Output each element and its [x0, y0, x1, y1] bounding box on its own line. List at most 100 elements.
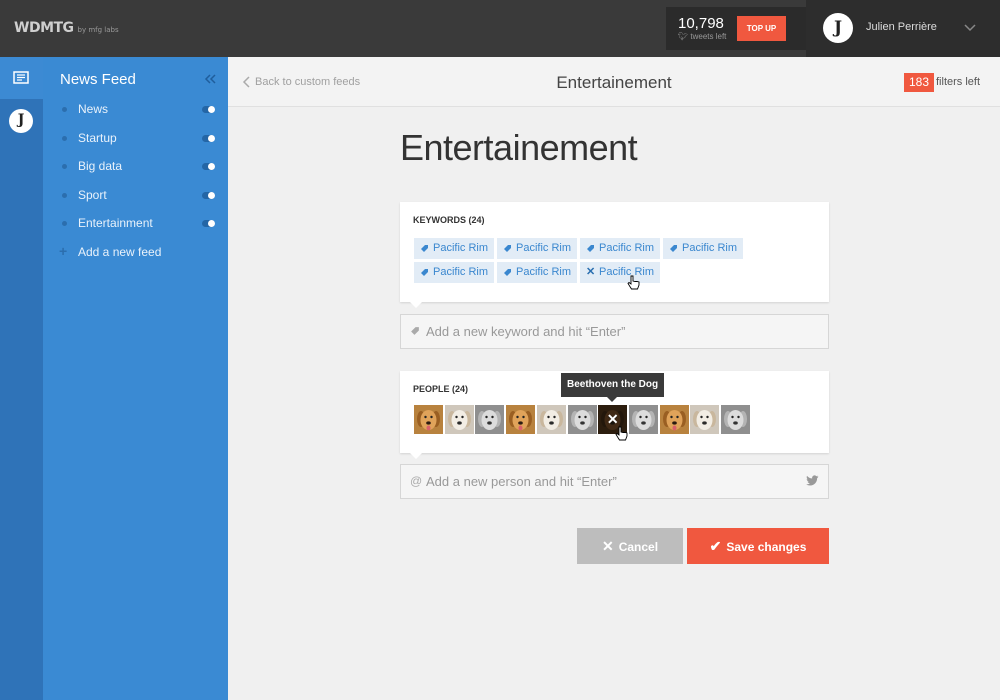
content-header: Back to custom feeds Entertainement 183 …: [228, 57, 1000, 107]
card-pointer: [410, 302, 422, 308]
keyword-tag-label: Pacific Rim: [433, 266, 489, 278]
person-input[interactable]: @ Add a new person and hit “Enter”: [400, 464, 829, 499]
sidebar-item-label: News: [78, 102, 109, 116]
bullet-icon: [62, 136, 67, 141]
feed-toggle[interactable]: [202, 220, 215, 227]
person-thumb[interactable]: [628, 405, 658, 434]
bullet-icon: [62, 193, 67, 198]
person-thumb[interactable]: [475, 405, 505, 434]
dog-avatar-icon: [444, 405, 474, 434]
close-icon: ✕: [601, 538, 614, 554]
card-pointer: [410, 453, 422, 459]
avatar: J: [823, 13, 853, 43]
tweets-label: 🐦︎ tweets left: [678, 32, 726, 41]
keyword-tag-label: Pacific Rim: [682, 242, 738, 254]
remove-icon[interactable]: ✕: [586, 267, 595, 278]
keywords-label: KEYWORDS (24): [413, 215, 485, 225]
dog-avatar-icon: [536, 405, 566, 434]
dog-avatar-icon: [567, 405, 597, 434]
dog-avatar-icon: [690, 405, 720, 434]
person-thumb[interactable]: [659, 405, 689, 434]
keywords-card: KEYWORDS (24) Pacific Rim Pacific Rim Pa…: [400, 202, 829, 308]
twitter-bird-icon: 🐦︎: [678, 32, 689, 41]
cancel-button[interactable]: ✕ Cancel: [577, 528, 683, 564]
cancel-label: Cancel: [618, 540, 659, 554]
feed-sidebar: News Feed News Startup Big data Sport En…: [43, 57, 228, 700]
header-title: Entertainement: [556, 73, 672, 92]
icon-sidebar: J: [0, 57, 43, 700]
feed-toggle[interactable]: [202, 163, 215, 170]
sidebar-item-entertainment[interactable]: Entertainment: [43, 212, 228, 240]
keyword-tag-label: Pacific Rim: [599, 242, 655, 254]
feed-toggle[interactable]: [202, 106, 215, 113]
sidebar-item-label: Entertainment: [78, 216, 153, 230]
save-label: Save changes: [726, 540, 807, 554]
sidebar-item-big-data[interactable]: Big data: [43, 155, 228, 183]
tweets-count: 10,798: [678, 15, 724, 32]
profile-nav-avatar[interactable]: J: [9, 109, 33, 133]
sidebar-item-label: Startup: [78, 131, 117, 145]
avatar-monogram: J: [17, 112, 25, 128]
keyword-tag[interactable]: Pacific Rim: [414, 262, 494, 283]
sidebar-item-startup[interactable]: Startup: [43, 127, 228, 155]
user-menu[interactable]: J Julien Perrière: [806, 0, 1000, 57]
feed-toggle[interactable]: [202, 192, 215, 199]
top-up-button[interactable]: TOP UP: [737, 16, 786, 41]
dog-avatar-icon: [414, 405, 443, 434]
tag-icon: [587, 245, 594, 252]
people-label: PEOPLE (24): [413, 384, 469, 394]
bullet-icon: [62, 221, 67, 226]
tag-icon: [411, 327, 419, 335]
sidebar-item-label: Big data: [78, 159, 123, 173]
sidebar-item-news[interactable]: News: [43, 98, 228, 126]
keyword-tag[interactable]: Pacific Rim: [663, 238, 743, 259]
keyword-tag-label: Pacific Rim: [433, 242, 489, 254]
tooltip-text: Beethoven the Dog: [567, 379, 659, 390]
app-logo[interactable]: WDMTG by mfg labs: [14, 20, 119, 36]
dog-avatar-icon: [506, 405, 536, 434]
keyword-tag-label: Pacific Rim: [516, 266, 572, 278]
filters-label: filters left: [936, 76, 981, 88]
person-thumb[interactable]: [536, 405, 566, 434]
dog-avatar-icon: [659, 405, 689, 434]
keyword-tag[interactable]: Pacific Rim: [414, 238, 494, 259]
logo-text: WDMTG: [14, 20, 74, 36]
person-thumb[interactable]: [567, 405, 597, 434]
avatar-monogram: J: [833, 18, 843, 38]
keyword-tag[interactable]: Pacific Rim: [497, 238, 577, 259]
save-button[interactable]: ✔ Save changes: [687, 528, 829, 564]
keyword-tag[interactable]: Pacific Rim: [580, 238, 660, 259]
person-thumb[interactable]: [506, 405, 536, 434]
check-icon: ✔: [709, 538, 722, 554]
add-feed-label: Add a new feed: [78, 245, 162, 259]
bullet-icon: [62, 107, 67, 112]
sidebar-item-label: Sport: [78, 188, 107, 202]
keyword-tag-hover[interactable]: ✕ Pacific Rim: [580, 262, 660, 283]
person-thumb[interactable]: [444, 405, 474, 434]
dog-avatar-icon: [628, 405, 658, 434]
newspaper-icon: [13, 71, 29, 84]
tag-icon: [504, 269, 511, 276]
keyword-tag-label: Pacific Rim: [516, 242, 572, 254]
user-name: Julien Perrière: [866, 21, 937, 33]
keyword-input[interactable]: Add a new keyword and hit “Enter”: [400, 314, 829, 349]
feed-toggle[interactable]: [202, 135, 215, 142]
person-thumb[interactable]: [414, 405, 443, 434]
at-icon: @: [410, 474, 423, 488]
tweets-counter: 10,798 🐦︎ tweets left TOP UP: [666, 7, 806, 50]
person-thumb[interactable]: [690, 405, 720, 434]
person-thumb[interactable]: [721, 405, 750, 434]
keyword-tag[interactable]: Pacific Rim: [497, 262, 577, 283]
chevron-down-icon[interactable]: [963, 21, 977, 35]
tag-icon: [504, 245, 511, 252]
page-title: Entertainement: [400, 127, 638, 168]
add-feed-button[interactable]: + Add a new feed: [43, 243, 228, 263]
collapse-icon[interactable]: [203, 73, 217, 85]
keyword-input-placeholder: Add a new keyword and hit “Enter”: [426, 324, 626, 339]
news-feed-nav[interactable]: [0, 57, 43, 99]
twitter-icon: [806, 475, 819, 486]
tag-icon: [421, 269, 428, 276]
plus-icon: +: [59, 243, 68, 259]
tweets-label-text: tweets left: [690, 32, 727, 41]
sidebar-item-sport[interactable]: Sport: [43, 184, 228, 212]
